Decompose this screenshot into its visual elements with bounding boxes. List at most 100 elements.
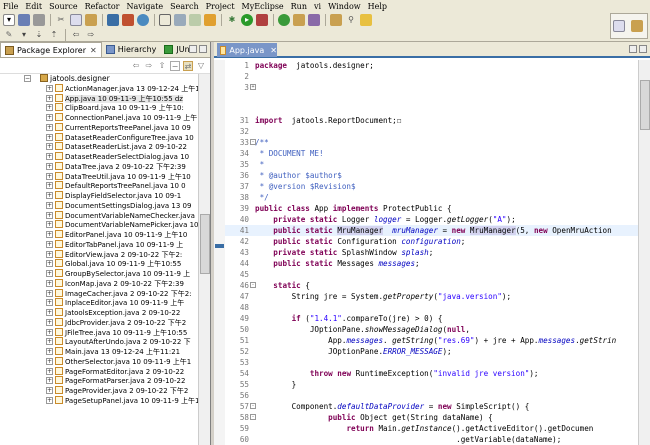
expand-icon[interactable]: + xyxy=(46,114,53,121)
maximize-icon[interactable] xyxy=(639,45,647,53)
tree-node-java-file[interactable]: + DataTree.java 2 09-10-22 下午2:39 xyxy=(0,161,198,172)
code-line[interactable]: 1 package jatools.designer; xyxy=(225,60,638,71)
tree-node-java-file[interactable]: + LayoutAfterUndo.java 2 09-10-22 下 xyxy=(0,337,198,347)
expand-icon[interactable]: + xyxy=(46,270,53,277)
code-line[interactable]: 37 * @version $Revision$ xyxy=(225,181,638,192)
annotation-icon[interactable]: ▾ xyxy=(18,29,30,41)
code-line[interactable]: 46 static {- xyxy=(225,280,638,291)
save-icon[interactable] xyxy=(18,13,30,26)
tree-node-java-file[interactable]: + EditorTabPanel.java 10 09-11-9 上 xyxy=(0,239,198,250)
tree-node-java-file[interactable]: + PageSetupPanel.java 10 09-11-9 上午1 xyxy=(0,395,198,406)
expand-icon[interactable]: + xyxy=(46,123,53,131)
code-line[interactable]: 53 xyxy=(225,357,638,368)
tree-node-java-file[interactable]: + CurrentReportsTreePanel.java 10 09 xyxy=(0,122,198,133)
expand-icon[interactable]: + xyxy=(46,84,53,92)
expand-icon[interactable]: + xyxy=(46,143,53,151)
debug-icon[interactable]: ✱ xyxy=(226,14,238,26)
deploy-icon[interactable] xyxy=(122,13,134,26)
expand-icon[interactable]: + xyxy=(46,387,53,394)
perspective-icon[interactable] xyxy=(612,20,625,32)
expand-icon[interactable]: + xyxy=(46,309,53,316)
expand-icon[interactable]: + xyxy=(46,250,53,258)
tree-node-java-file[interactable]: + JdbcProvider.java 2 09-10-22 下午2 xyxy=(0,317,198,328)
globe-icon[interactable] xyxy=(137,13,149,26)
tree-node-java-file[interactable]: + GroupBySelector.java 10 09-11-9 上 xyxy=(0,269,198,279)
collapse-all-icon[interactable]: − xyxy=(170,60,180,71)
code-line[interactable]: 47 String jre = System.getProperty("java… xyxy=(225,291,638,302)
tree-node-java-file[interactable]: + Global.java 10 09-11-9 上午10:55 xyxy=(0,259,198,269)
paste-icon[interactable] xyxy=(85,13,97,26)
scrollbar-thumb[interactable] xyxy=(200,214,210,274)
tree-scrollbar[interactable] xyxy=(198,74,210,445)
tree-node-java-file[interactable]: + ConnectionPanel.java 10 09-11-9 上午 xyxy=(0,113,198,123)
tab-package-explorer[interactable]: Package Explorer ✕ xyxy=(0,42,102,57)
search-icon[interactable]: ⚲ xyxy=(345,14,357,26)
menu-navigate[interactable]: Navigate xyxy=(126,2,163,11)
occurrence-marker-icon[interactable] xyxy=(215,244,224,248)
menu-search[interactable]: Search xyxy=(170,2,198,11)
collapse-fold-icon[interactable]: - xyxy=(250,139,256,145)
tree-node-java-file[interactable]: + Main.java 13 09-12-24 上午11:21 xyxy=(0,347,198,357)
tree-node-java-file[interactable]: + DatasetReaderList.java 2 09-10-22 xyxy=(0,142,198,152)
tab-app-java[interactable]: App.java ✕ xyxy=(217,43,277,57)
forward-icon[interactable]: ⇨ xyxy=(144,61,154,71)
new-class-icon[interactable] xyxy=(278,13,290,26)
tree-node-java-file[interactable]: + DocumentVariableNamePicker.java 10 xyxy=(0,220,198,230)
tree-node-java-file[interactable]: + DefaultReportsTreePanel.java 10 0 xyxy=(0,181,198,191)
expand-icon[interactable]: + xyxy=(46,377,53,385)
expand-icon[interactable]: + xyxy=(46,289,53,297)
code-line[interactable]: 44 public static Messages messages; xyxy=(225,258,638,269)
code-line[interactable]: 40 private static Logger logger = Logger… xyxy=(225,214,638,225)
view-menu-icon[interactable]: ▽ xyxy=(196,61,206,71)
expand-icon[interactable]: + xyxy=(46,240,53,248)
code-line[interactable]: 50 JOptionPane.showMessageDialog(null, xyxy=(225,324,638,335)
expand-icon[interactable]: + xyxy=(46,153,53,160)
new-package-icon[interactable] xyxy=(293,13,305,26)
expand-icon[interactable]: + xyxy=(46,396,53,404)
code-line[interactable]: 32 xyxy=(225,126,638,137)
copy-icon[interactable] xyxy=(70,13,82,26)
code-line[interactable]: 3 + xyxy=(225,82,638,93)
expand-icon[interactable]: + xyxy=(46,279,53,287)
tree-node-java-file[interactable]: + DocumentVariableNameChecker.java 1 xyxy=(0,210,198,221)
expand-icon[interactable]: + xyxy=(46,162,53,170)
perspective-switcher[interactable] xyxy=(610,13,648,39)
code-line[interactable]: 2 xyxy=(225,71,638,82)
tree-node-java-file[interactable]: + IconMap.java 2 09-10-22 下午2:39 xyxy=(0,278,198,289)
expand-icon[interactable]: + xyxy=(46,260,53,268)
menu-project[interactable]: Project xyxy=(206,2,235,11)
code-line[interactable]: 38 */ xyxy=(225,192,638,203)
maximize-icon[interactable] xyxy=(199,45,207,53)
menu-vi[interactable]: vi xyxy=(314,2,321,11)
code-line[interactable]: 52 JOptionPane.ERROR_MESSAGE); xyxy=(225,346,638,357)
tree-node-java-file[interactable]: + InplaceEditor.java 10 09-11-9 上午 xyxy=(0,298,198,308)
annotation-ruler[interactable] xyxy=(214,60,225,445)
grid-icon[interactable] xyxy=(174,13,186,26)
expand-icon[interactable]: + xyxy=(46,221,53,229)
collapse-fold-icon[interactable]: - xyxy=(250,282,256,288)
code-line[interactable]: 33 /** - xyxy=(225,137,638,148)
minimize-icon[interactable] xyxy=(629,45,637,53)
java-perspective-icon[interactable] xyxy=(630,20,643,32)
cut-icon[interactable]: ✂ xyxy=(55,14,67,26)
expand-icon[interactable]: + xyxy=(46,172,53,180)
toggle-mark-icon[interactable]: ✎ xyxy=(3,29,15,41)
expand-icon[interactable]: + xyxy=(46,104,53,112)
tree-node-java-file[interactable]: + DataTreeUtil.java 10 09-11-9 上午10 xyxy=(0,171,198,182)
link-editor-icon[interactable]: ⇄ xyxy=(183,60,193,71)
expand-icon[interactable]: + xyxy=(46,182,53,190)
tree-node-java-file[interactable]: + ActionManager.java 13 09-12-24 上午11: xyxy=(0,83,198,94)
tree-node-java-file[interactable]: + EditorPanel.java 10 09-11-9 上午10 xyxy=(0,230,198,240)
expand-icon[interactable]: + xyxy=(46,231,53,238)
up-icon[interactable]: ⇧ xyxy=(157,61,167,71)
code-line[interactable]: 59 return Main.getInstance().getActiveEd… xyxy=(225,423,638,434)
code-line[interactable]: 55 } xyxy=(225,379,638,390)
window-icon[interactable] xyxy=(159,13,171,26)
code-line[interactable]: 36 * @author $author$ xyxy=(225,170,638,181)
collapse-fold-icon[interactable]: - xyxy=(250,414,256,420)
code-line[interactable]: 60 .getVariable(dataName); xyxy=(225,434,638,445)
expand-icon[interactable]: + xyxy=(46,211,53,219)
expand-fold-icon[interactable]: + xyxy=(250,84,256,90)
menu-refactor[interactable]: Refactor xyxy=(85,2,120,11)
expand-icon[interactable]: + xyxy=(46,133,53,141)
